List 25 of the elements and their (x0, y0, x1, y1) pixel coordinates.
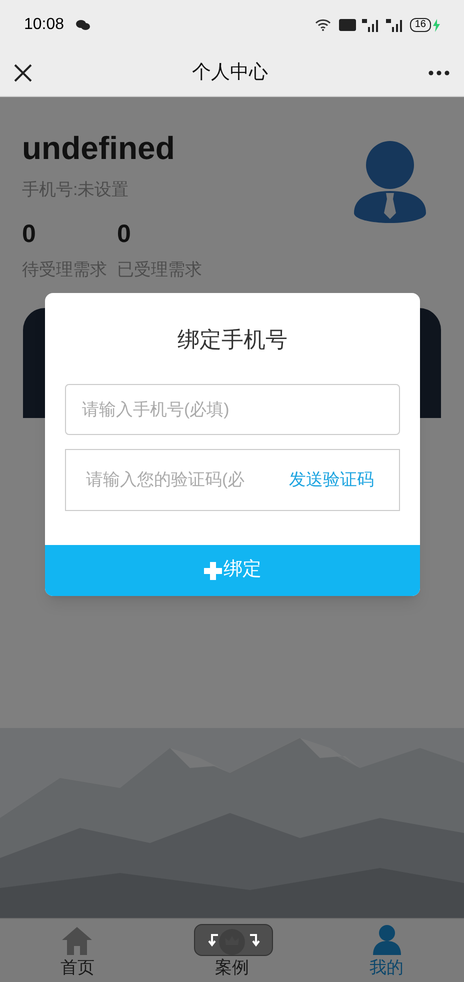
dialog-title: 绑定手机号 (176, 326, 288, 354)
signal-icon (362, 18, 380, 32)
more-icon[interactable] (428, 70, 450, 76)
person-icon (372, 924, 402, 954)
swap-arrows-icon (208, 933, 260, 947)
tab-item[interactable]: 首页 (0, 919, 155, 982)
user-name: undefined (22, 129, 176, 168)
bind-button[interactable]: 绑定 (45, 545, 420, 596)
stat-value: 0 (117, 218, 132, 248)
wifi-icon (314, 19, 331, 31)
gesture-pill[interactable] (194, 924, 273, 956)
plus-icon (204, 562, 222, 580)
avatar-icon (354, 141, 426, 223)
home-icon (62, 926, 92, 954)
charging-icon (433, 18, 440, 32)
hd-icon (338, 19, 356, 31)
status-time: 10:08 (24, 15, 64, 35)
battery-level: 16 (410, 18, 431, 32)
phone-input-field[interactable]: 请输入手机号(必填) (65, 384, 400, 435)
tab-item[interactable]: 我的 (309, 919, 464, 982)
close-icon[interactable] (14, 64, 32, 82)
chat-app-icon (76, 19, 90, 31)
page-title: 个人中心 (191, 60, 269, 85)
signal-icon (386, 18, 404, 32)
stat-value: 0 (22, 218, 37, 248)
